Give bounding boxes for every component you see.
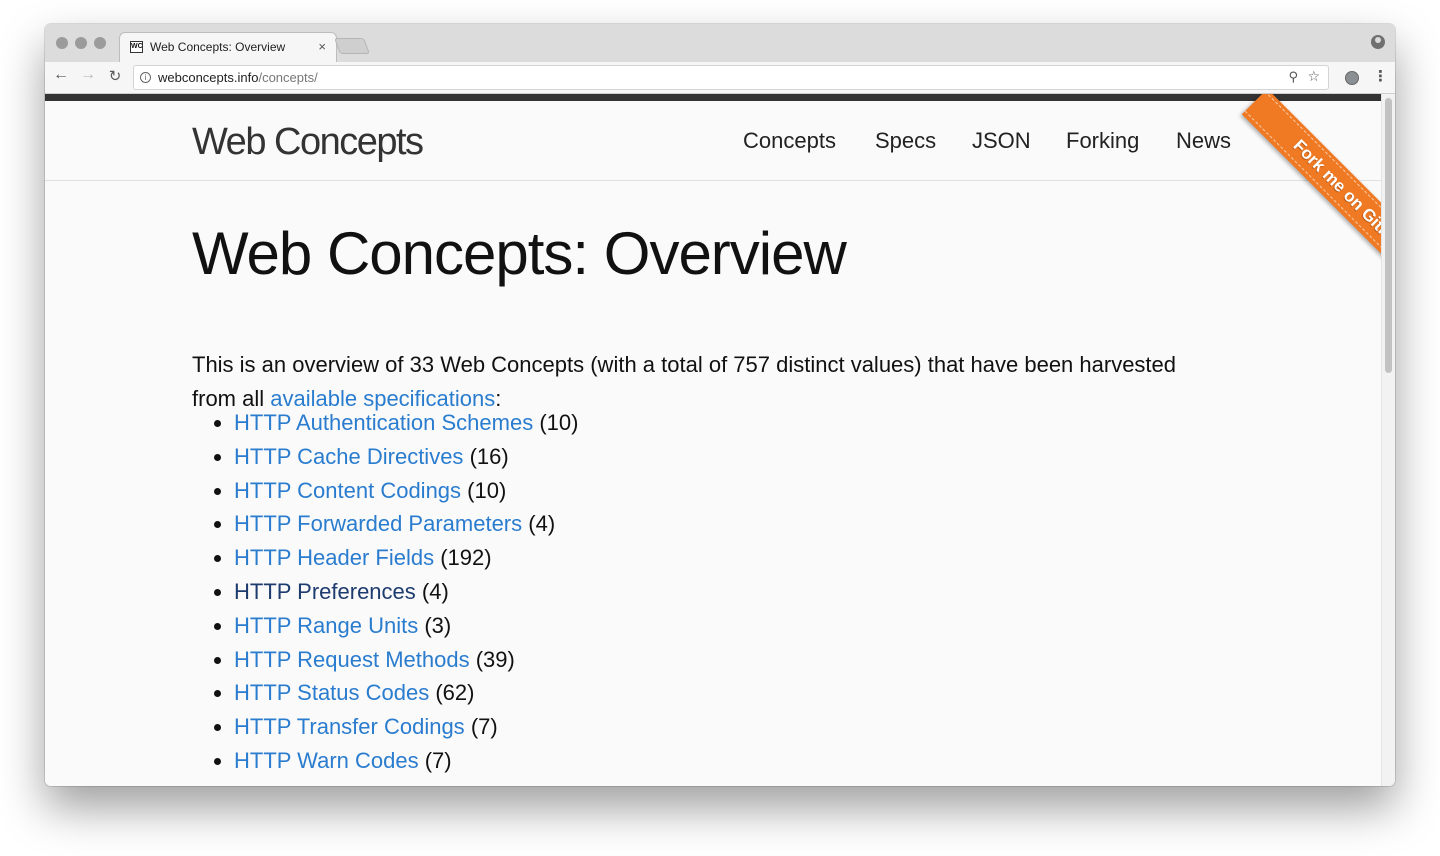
list-item: HTTP Status Codes (62) [192, 676, 578, 710]
concept-count: (192) [440, 545, 492, 571]
close-window-button[interactable] [56, 37, 68, 49]
back-icon[interactable]: ← [51, 66, 71, 84]
list-item: HTTP Cache Directives (16) [192, 440, 578, 474]
minimize-window-button[interactable] [75, 37, 87, 49]
concept-link[interactable]: HTTP Request Methods [234, 647, 470, 672]
browser-window: WC Web Concepts: Overview × ← → ↻ i webc… [45, 24, 1395, 786]
concept-link[interactable]: HTTP Forwarded Parameters [234, 511, 522, 536]
maximize-window-button[interactable] [94, 37, 106, 49]
concept-count: (7) [470, 714, 498, 740]
concept-count: (4) [528, 511, 556, 537]
top-accent-bar [45, 94, 1381, 101]
concept-link[interactable]: HTTP Range Units [234, 613, 418, 638]
vertical-scrollbar[interactable] [1381, 94, 1395, 786]
concept-link[interactable]: HTTP Content Codings [234, 478, 461, 503]
star-icon[interactable]: ☆ [1307, 68, 1320, 85]
page-viewport: Web Concepts Concepts Specs JSON Forking… [45, 94, 1381, 786]
concept-count: (3) [424, 612, 452, 638]
concept-count: (7) [424, 747, 452, 773]
url-host: webconcepts.info [158, 70, 259, 85]
concept-count: (16) [469, 443, 509, 469]
list-item: HTTP Transfer Codings (7) [192, 710, 578, 744]
zoom-icon[interactable]: ⚲ [1288, 69, 1298, 85]
browser-toolbar: ← → ↻ i webconcepts.info/concepts/ ⚲ ☆ ⋮ [45, 62, 1395, 94]
concept-link[interactable]: HTTP Authentication Schemes [234, 410, 533, 435]
nav-json[interactable]: JSON [972, 128, 1031, 154]
concept-count: (39) [475, 646, 515, 672]
list-item: HTTP Range Units (3) [192, 609, 578, 643]
url-text: webconcepts.info/concepts/ [158, 70, 318, 85]
extension-icon[interactable] [1345, 71, 1359, 85]
concept-link[interactable]: HTTP Cache Directives [234, 444, 463, 469]
concept-link[interactable]: HTTP Header Fields [234, 545, 434, 570]
tab-title: Web Concepts: Overview [150, 40, 286, 54]
concept-link[interactable]: HTTP Status Codes [234, 680, 429, 705]
concept-count: (4) [421, 578, 449, 604]
concept-link[interactable]: HTTP Transfer Codings [234, 714, 465, 739]
favicon-icon: WC [130, 41, 143, 53]
site-logo[interactable]: Web Concepts [192, 121, 424, 164]
concept-count: (62) [435, 680, 475, 706]
site-header: Web Concepts Concepts Specs JSON Forking… [45, 101, 1381, 181]
scrollbar-thumb[interactable] [1385, 98, 1392, 373]
nav-concepts[interactable]: Concepts [743, 128, 836, 154]
nav-specs[interactable]: Specs [875, 128, 936, 154]
tab-strip: WC Web Concepts: Overview × [45, 24, 1395, 62]
browser-tab[interactable]: WC Web Concepts: Overview × [119, 32, 337, 62]
new-tab-button[interactable] [334, 38, 370, 54]
reload-icon[interactable]: ↻ [105, 67, 125, 85]
list-item: HTTP Request Methods (39) [192, 643, 578, 677]
concept-list: HTTP Authentication Schemes (10) HTTP Ca… [192, 406, 578, 778]
concept-count: (10) [539, 410, 579, 435]
list-item: HTTP Preferences (4) [192, 575, 578, 609]
info-icon[interactable]: i [140, 72, 151, 83]
concept-link[interactable]: HTTP Warn Codes [234, 748, 419, 773]
list-item: HTTP Content Codings (10) [192, 474, 578, 508]
page-title: Web Concepts: Overview [192, 220, 847, 287]
nav-forking[interactable]: Forking [1066, 128, 1139, 154]
forward-icon[interactable]: → [78, 66, 98, 84]
address-bar[interactable]: i webconcepts.info/concepts/ ⚲ ☆ [133, 65, 1329, 90]
url-path: /concepts/ [258, 70, 318, 85]
list-item: HTTP Authentication Schemes (10) [192, 406, 578, 440]
tab-close-icon[interactable]: × [318, 39, 326, 54]
list-item: HTTP Header Fields (192) [192, 541, 578, 575]
list-item: HTTP Forwarded Parameters (4) [192, 507, 578, 541]
list-item: HTTP Warn Codes (7) [192, 744, 578, 778]
concept-count: (10) [467, 477, 507, 503]
nav-news[interactable]: News [1176, 128, 1231, 154]
profile-icon[interactable] [1371, 35, 1385, 49]
concept-link[interactable]: HTTP Preferences [234, 579, 416, 604]
menu-icon[interactable]: ⋮ [1373, 67, 1388, 85]
